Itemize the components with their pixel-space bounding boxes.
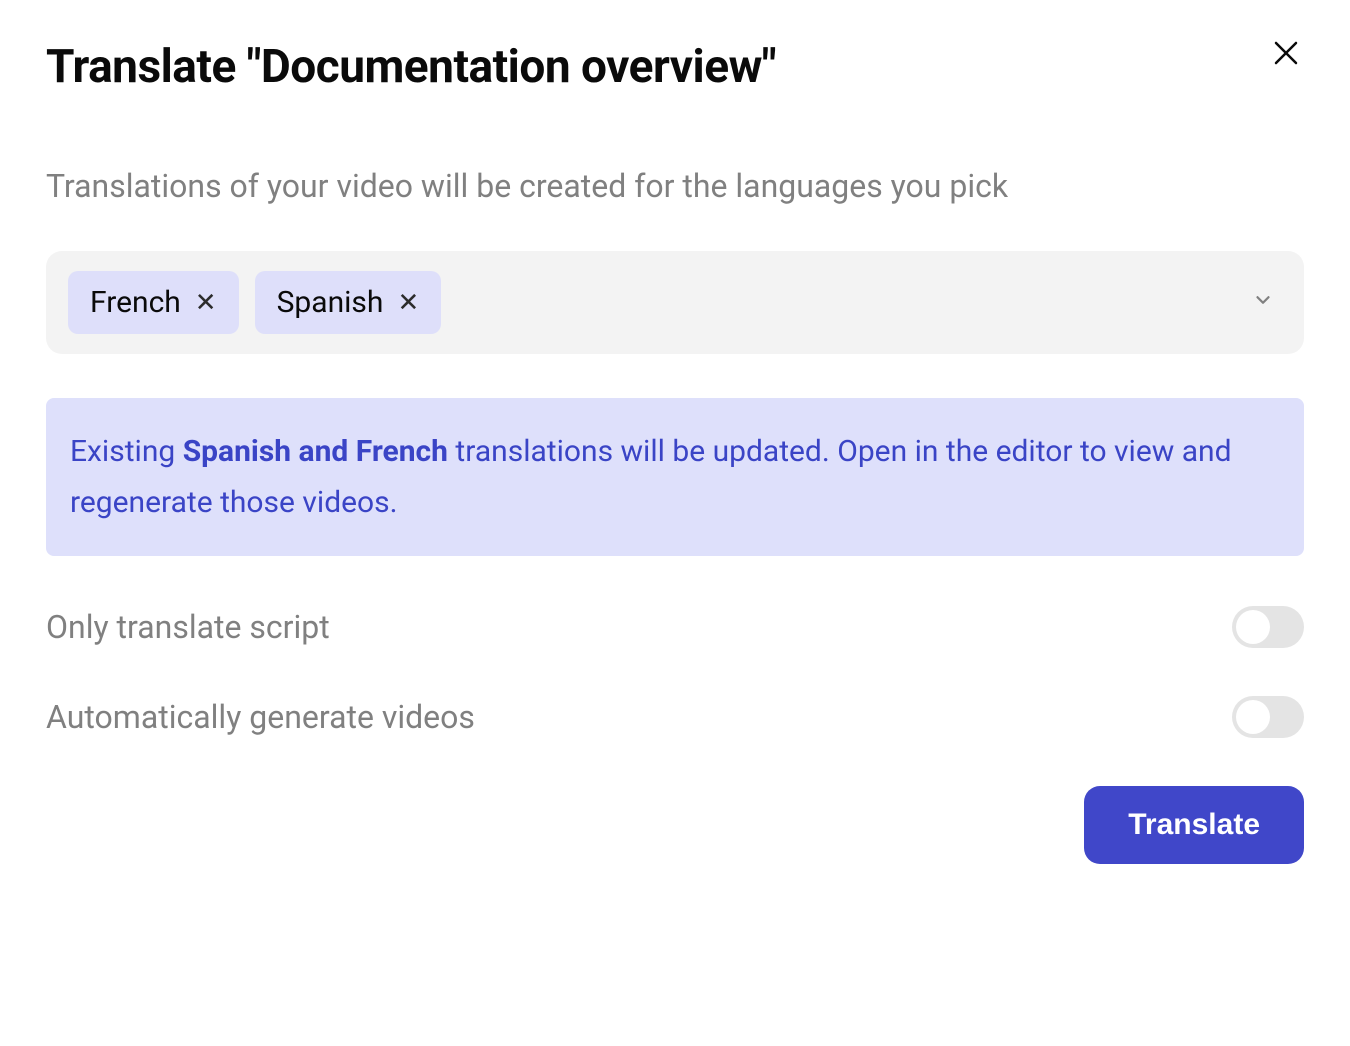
chip-remove-button[interactable]: ✕ (397, 289, 419, 315)
translate-button[interactable]: Translate (1084, 786, 1304, 864)
info-banner-prefix: Existing (70, 434, 183, 469)
dialog-title: Translate "Documentation overview" (46, 40, 1304, 94)
dialog-subtitle: Translations of your video will be creat… (46, 164, 1304, 209)
language-select[interactable]: French ✕ Spanish ✕ (46, 251, 1304, 354)
info-banner: Existing Spanish and French translations… (46, 398, 1304, 556)
close-button[interactable] (1268, 36, 1304, 72)
close-icon (1271, 38, 1301, 71)
language-chip-spanish: Spanish ✕ (255, 271, 442, 334)
toggle-knob (1236, 610, 1270, 644)
info-banner-text: Existing Spanish and French translations… (70, 426, 1280, 528)
language-chip-french: French ✕ (68, 271, 239, 334)
chip-remove-button[interactable]: ✕ (195, 289, 217, 315)
toggle-row-only-script: Only translate script (46, 606, 1304, 648)
toggle-row-auto-generate: Automatically generate videos (46, 696, 1304, 738)
toggle-label: Automatically generate videos (46, 698, 475, 736)
toggle-knob (1236, 700, 1270, 734)
only-translate-script-toggle[interactable] (1232, 606, 1304, 648)
info-banner-bold: Spanish and French (183, 434, 448, 469)
dialog-footer: Translate (46, 786, 1304, 864)
chip-label: French (90, 285, 181, 320)
auto-generate-videos-toggle[interactable] (1232, 696, 1304, 738)
chip-label: Spanish (277, 285, 384, 320)
toggle-label: Only translate script (46, 608, 330, 646)
chevron-down-icon (1252, 289, 1274, 315)
